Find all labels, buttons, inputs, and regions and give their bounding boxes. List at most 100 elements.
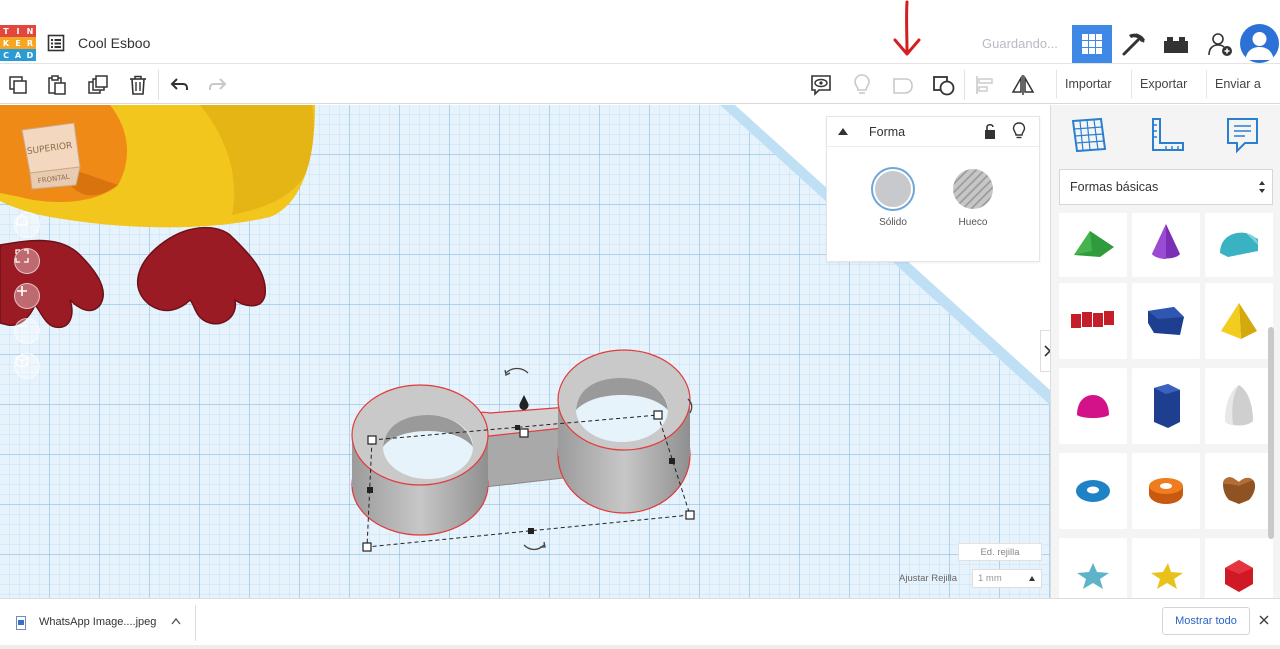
- torus-shape-icon: [1076, 480, 1110, 502]
- logo-letter: E: [12, 37, 24, 49]
- shape-torus[interactable]: [1059, 453, 1127, 529]
- workplane-tab-icon[interactable]: [1069, 115, 1109, 155]
- duplicate-button[interactable]: [85, 72, 111, 98]
- ruler-tab-icon[interactable]: [1147, 115, 1187, 155]
- solid-label: Sólido: [879, 217, 907, 228]
- zoom-out-button[interactable]: [14, 318, 40, 344]
- selected-shape-glasses[interactable]: [340, 255, 710, 555]
- red-arrow-annotation-icon: [893, 0, 921, 56]
- avatar-icon: [1245, 32, 1274, 60]
- align-icon: [976, 76, 993, 94]
- design-list-icon[interactable]: [47, 34, 65, 52]
- snap-grid-label: Ajustar Rejilla: [899, 573, 958, 584]
- shape-cone[interactable]: [1132, 213, 1200, 277]
- perspective-button[interactable]: [14, 353, 40, 379]
- paste-button[interactable]: [44, 72, 70, 98]
- chevron-up-icon[interactable]: [171, 617, 181, 625]
- grid-icon: [1082, 34, 1102, 54]
- copy-button[interactable]: [5, 72, 31, 98]
- show-all-downloads-button[interactable]: Mostrar todo: [1162, 607, 1250, 635]
- user-avatar[interactable]: [1240, 24, 1279, 63]
- notes-tab-icon[interactable]: [1223, 115, 1263, 155]
- fit-view-button[interactable]: [14, 248, 40, 274]
- hexagonal-prism-icon: [1154, 384, 1180, 428]
- shape-category-select[interactable]: Formas básicas: [1059, 169, 1273, 205]
- snap-grid-select[interactable]: 1 mm: [972, 569, 1042, 588]
- toolbar: Importar Exportar Enviar a: [0, 64, 1280, 104]
- speech-eye-icon: [811, 75, 831, 96]
- view-cube[interactable]: SUPERIOR FRONTAL: [21, 122, 81, 190]
- text-shape-icon: [1071, 311, 1114, 328]
- lightbulb-icon[interactable]: [1011, 122, 1027, 140]
- tinkercad-logo[interactable]: T I N K E R C A D: [0, 25, 36, 61]
- shape-tube[interactable]: [1132, 453, 1200, 529]
- shape-star-yellow[interactable]: [1132, 538, 1200, 598]
- hole-option[interactable]: Hueco: [943, 169, 1003, 228]
- shape-half-sphere[interactable]: [1059, 368, 1127, 444]
- collapse-up-icon[interactable]: [837, 126, 849, 136]
- snap-grid-value: 1 mm: [978, 573, 1002, 584]
- zoom-in-button[interactable]: [14, 283, 40, 309]
- redo-button[interactable]: [205, 72, 231, 98]
- logo-letter: C: [0, 49, 12, 61]
- ungroup-button[interactable]: [931, 72, 957, 98]
- shape-pyramid[interactable]: [1205, 283, 1273, 359]
- shape-heart[interactable]: [1205, 453, 1273, 529]
- undo-button[interactable]: [166, 72, 192, 98]
- shape-box[interactable]: [1132, 283, 1200, 359]
- shape-wedge[interactable]: [1059, 213, 1127, 277]
- wedge-shape-icon: [1074, 231, 1114, 257]
- home-view-button[interactable]: [14, 212, 40, 238]
- caret-up-icon: [1029, 576, 1035, 581]
- add-user-icon: [1208, 33, 1232, 56]
- shape-paraboloid[interactable]: [1205, 368, 1273, 444]
- bricks-button[interactable]: [1156, 25, 1196, 63]
- import-button[interactable]: Importar: [1056, 70, 1120, 98]
- star-shape-icon: [1077, 563, 1109, 589]
- window-bottom-edge: [0, 645, 1280, 649]
- logo-letter: T: [0, 25, 12, 37]
- trash-icon: [130, 75, 146, 95]
- minus-icon: [17, 325, 27, 327]
- notes-button[interactable]: [808, 72, 834, 98]
- codeblocks-button[interactable]: [1114, 25, 1154, 63]
- shape-text[interactable]: [1059, 283, 1127, 359]
- group-button[interactable]: [890, 72, 916, 98]
- show-light-button[interactable]: [849, 72, 875, 98]
- heart-shape-icon: [1223, 477, 1256, 504]
- redo-icon: [209, 78, 227, 90]
- download-file-name[interactable]: WhatsApp Image....jpeg: [39, 616, 156, 628]
- shapes-sidebar: Formas básicas: [1050, 105, 1280, 598]
- shape-half-cylinder[interactable]: [1205, 213, 1273, 277]
- logo-letter: K: [0, 37, 12, 49]
- shape-hexagonal-prism[interactable]: [1132, 368, 1200, 444]
- shape-star[interactable]: [1059, 538, 1127, 598]
- edit-grid-button[interactable]: Ed. rejilla: [958, 543, 1042, 561]
- download-separator: [195, 605, 196, 641]
- close-icon[interactable]: [1258, 614, 1270, 626]
- undo-icon: [170, 78, 188, 90]
- export-button[interactable]: Exportar: [1131, 70, 1196, 98]
- 3d-design-view-button[interactable]: [1072, 25, 1112, 63]
- paste-icon: [48, 75, 66, 95]
- pyramid-shape-icon: [1221, 303, 1257, 339]
- send-to-button[interactable]: Enviar a: [1206, 70, 1269, 98]
- delete-button[interactable]: [125, 72, 151, 98]
- tube-shape-icon: [1149, 478, 1183, 504]
- hole-swatch[interactable]: [953, 169, 993, 209]
- shape-icosahedron[interactable]: [1205, 538, 1273, 598]
- mirror-button[interactable]: [1010, 72, 1036, 98]
- logo-letter: N: [24, 25, 36, 37]
- unlock-icon[interactable]: [982, 122, 998, 140]
- solid-swatch[interactable]: [873, 169, 913, 209]
- sidebar-scrollbar[interactable]: [1268, 327, 1274, 539]
- fit-icon: [15, 249, 29, 263]
- align-button[interactable]: [972, 72, 998, 98]
- group-icon: [893, 78, 913, 94]
- project-title[interactable]: Cool Esboo: [78, 35, 150, 51]
- copy-icon: [9, 76, 27, 94]
- solid-option[interactable]: Sólido: [863, 169, 923, 228]
- invite-user-button[interactable]: [1200, 25, 1240, 63]
- image-file-icon: [16, 616, 26, 630]
- icosahedron-shape-icon: [1225, 560, 1253, 592]
